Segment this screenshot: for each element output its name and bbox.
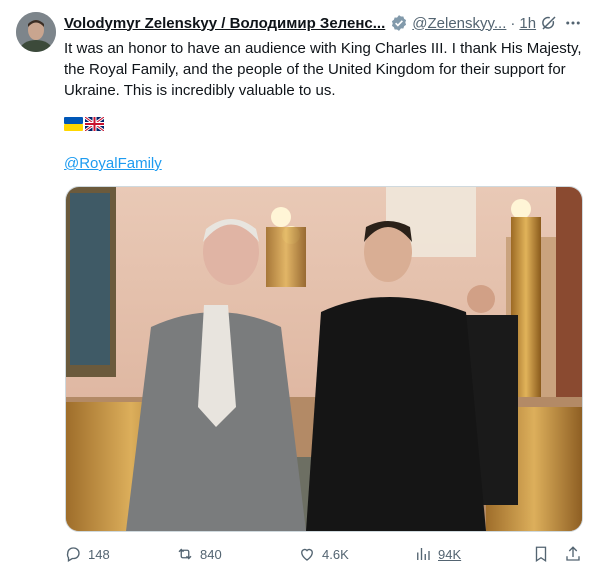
tweet: Volodymyr Zelenskyy / Володимир Зеленс..… xyxy=(0,0,598,576)
mention-link[interactable]: @RoyalFamily xyxy=(64,155,162,172)
like-button[interactable]: 4.6K xyxy=(298,542,349,566)
views-button[interactable]: 94K xyxy=(414,542,461,566)
share-icon xyxy=(566,546,580,561)
tweet-text: It was an honor to have an audience with… xyxy=(64,40,582,99)
views-count: 94K xyxy=(438,546,462,562)
separator-dot: · xyxy=(510,14,516,32)
more-icon[interactable] xyxy=(564,14,582,32)
views-icon xyxy=(417,548,430,560)
like-icon xyxy=(301,548,313,561)
repost-button[interactable]: 840 xyxy=(176,542,222,566)
tweet-header: Volodymyr Zelenskyy / Володимир Зеленс..… xyxy=(64,12,584,34)
like-count: 4.6K xyxy=(322,546,349,562)
repost-count: 840 xyxy=(200,546,222,562)
reply-button[interactable]: 148 xyxy=(64,542,110,566)
grok-icon[interactable] xyxy=(540,14,558,32)
repost-icon xyxy=(178,548,192,560)
avatar[interactable] xyxy=(16,12,56,52)
ukraine-flag-icon xyxy=(64,117,83,131)
reply-icon xyxy=(66,547,80,562)
flag-emojis xyxy=(64,117,104,133)
action-bar: 148 840 4.6K 94K xyxy=(64,542,584,566)
reply-count: 148 xyxy=(88,546,110,562)
verified-icon[interactable] xyxy=(390,14,408,32)
author-handle[interactable]: @Zelenskyy... xyxy=(412,15,506,32)
bookmark-icon xyxy=(535,546,547,563)
share-button[interactable] xyxy=(564,542,582,566)
uk-flag-icon xyxy=(85,117,104,131)
tweet-timestamp[interactable]: 1h xyxy=(519,15,536,32)
bookmark-button[interactable] xyxy=(532,542,550,566)
tweet-photo[interactable] xyxy=(65,186,583,532)
author-name[interactable]: Volodymyr Zelenskyy / Володимир Зеленс..… xyxy=(64,15,385,32)
